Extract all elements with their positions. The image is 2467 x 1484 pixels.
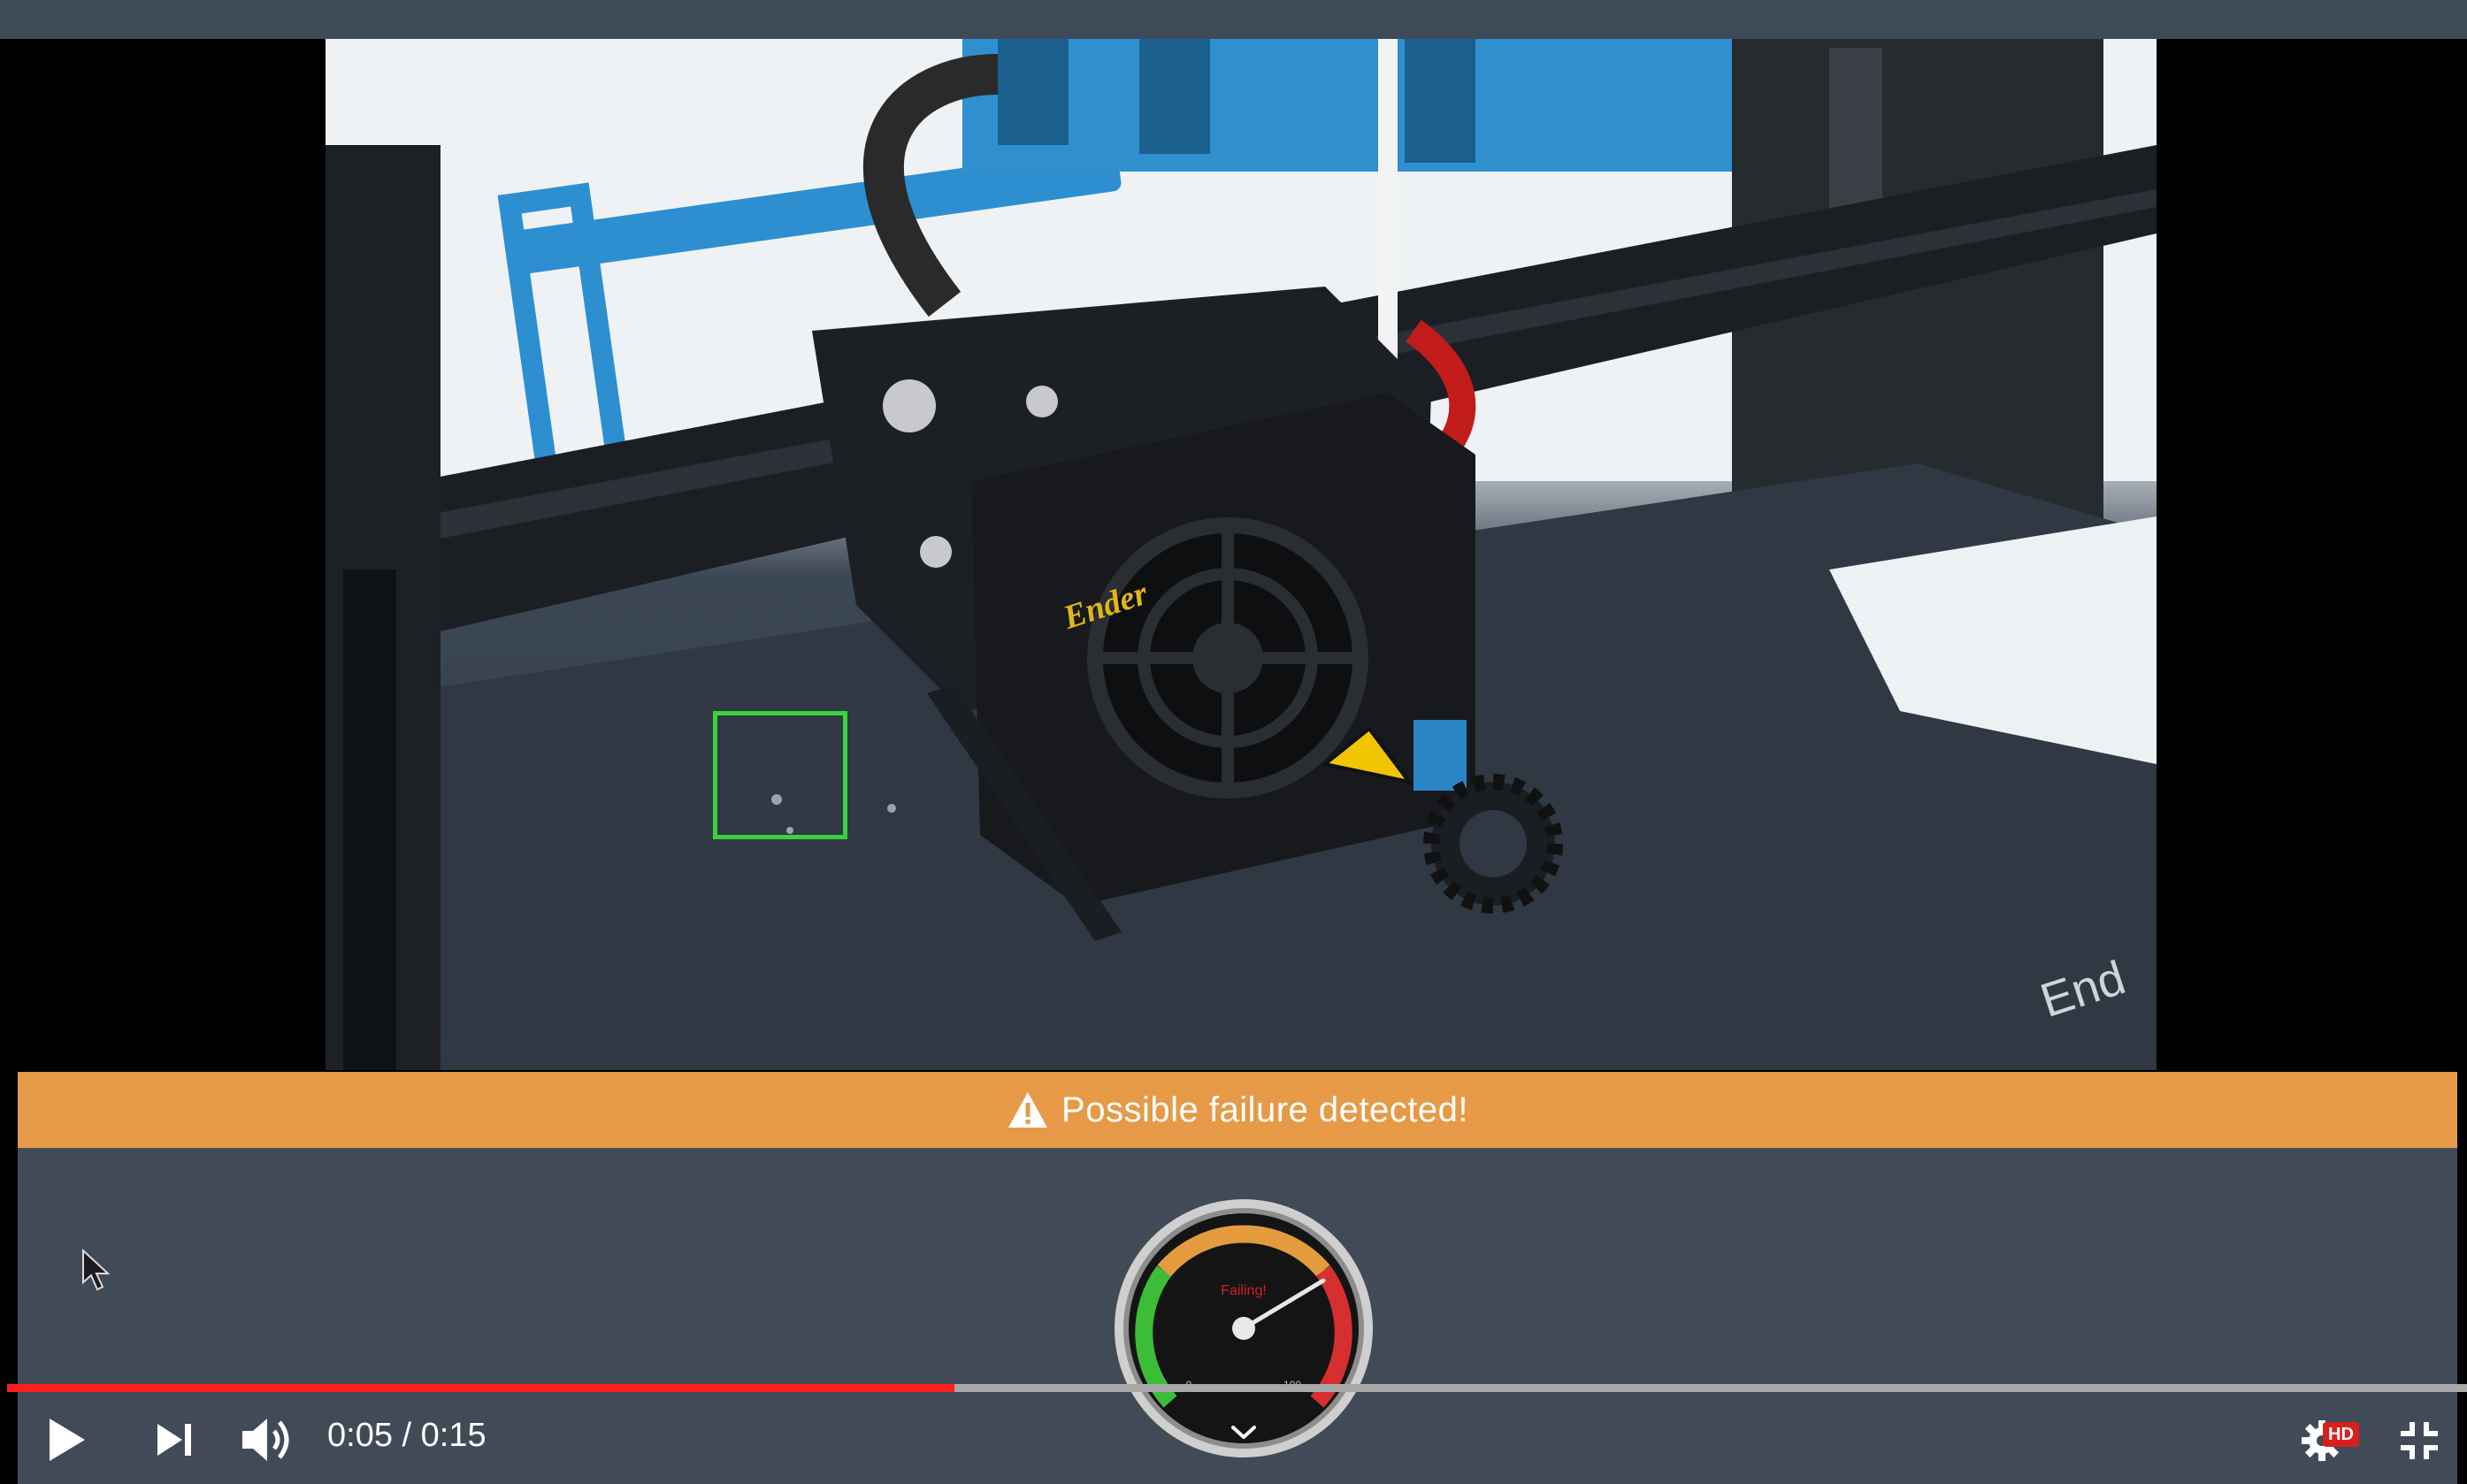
video-player: Ender End Possible failure detected! Fai…: [0, 0, 2467, 1484]
current-time: 0:05: [327, 1417, 393, 1454]
hd-badge: HD: [2323, 1422, 2359, 1447]
failure-detection-box: [713, 711, 847, 839]
top-bar: [0, 0, 2467, 39]
time-separator: /: [402, 1417, 412, 1454]
time-display: 0:05 / 0:15: [327, 1417, 487, 1455]
failure-alert-banner: Possible failure detected!: [18, 1072, 2457, 1148]
total-time: 0:15: [420, 1417, 487, 1454]
mouse-cursor-icon: [82, 1249, 111, 1291]
skip-next-icon[interactable]: [156, 1420, 195, 1459]
printer-scene: Ender End: [326, 39, 2157, 1070]
gauge-status-label: Failing!: [1221, 1283, 1267, 1298]
play-icon[interactable]: [46, 1415, 88, 1465]
warning-triangle-icon: [1008, 1092, 1048, 1128]
failure-gauge: Failing! 0 100: [1115, 1199, 1373, 1457]
camera-feed[interactable]: Ender End: [326, 39, 2157, 1070]
alert-message: Possible failure detected!: [1061, 1090, 1468, 1129]
progress-played: [7, 1384, 954, 1392]
exit-fullscreen-icon[interactable]: [2397, 1419, 2441, 1463]
volume-icon[interactable]: [241, 1415, 297, 1465]
